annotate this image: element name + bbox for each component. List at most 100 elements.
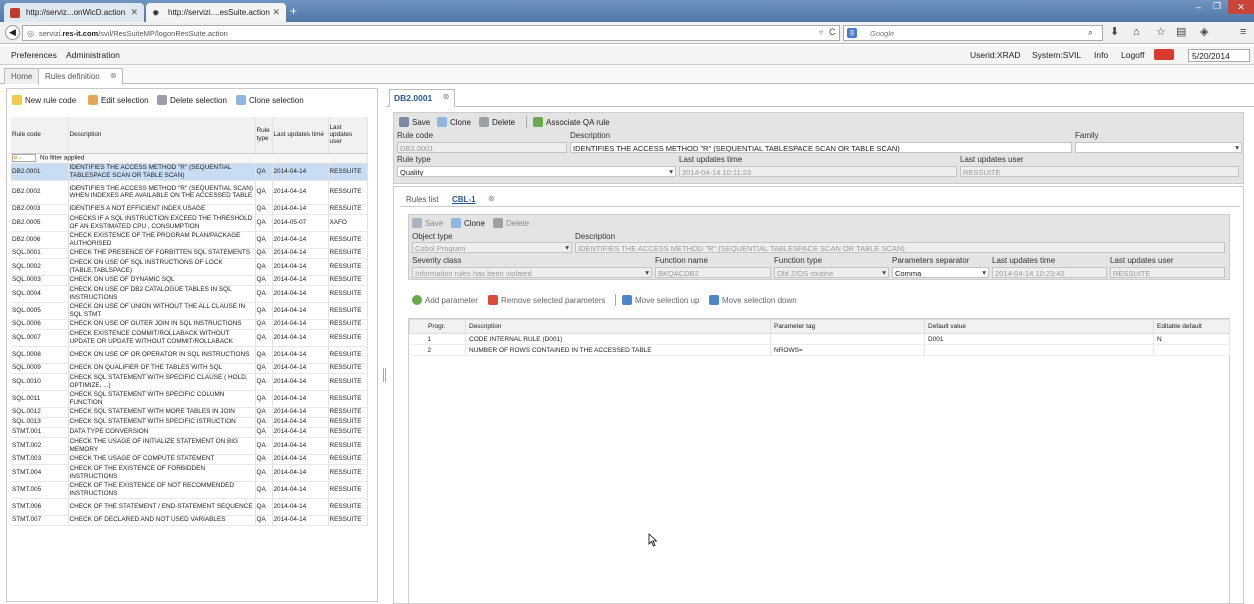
- window-close-icon[interactable]: ✕: [1228, 0, 1254, 14]
- sub-save-button[interactable]: Save: [412, 218, 443, 228]
- clone-button[interactable]: Clone: [437, 117, 471, 127]
- tab-cbl-1[interactable]: CBL-1: [452, 195, 476, 204]
- move-down-button[interactable]: Move selection down: [709, 295, 797, 305]
- function-type-select[interactable]: Old Z/OS routine: [774, 267, 889, 278]
- family-select[interactable]: [1075, 142, 1242, 153]
- col-header-rule-type[interactable]: Rule type: [255, 117, 273, 154]
- separator-label: Parameters separator: [892, 256, 970, 265]
- cell-code: STMT.006: [11, 498, 69, 516]
- filter-icon[interactable]: ⚙…: [12, 153, 36, 162]
- param-header-progr[interactable]: Progr.: [409, 319, 466, 334]
- table-row[interactable]: STMT.005 CHECK OF THE EXISTENCE OF NOT RE…: [11, 481, 368, 499]
- download-icon[interactable]: ⬇: [1110, 26, 1119, 39]
- table-row[interactable]: SQL.0013 CHECK SQL STATEMENT WITH SPECIFI…: [11, 417, 368, 428]
- table-row[interactable]: SQL.0005 CHECK ON USE OF UNION WITHOUT TH…: [11, 302, 368, 320]
- table-row[interactable]: SQL.0006 CHECK ON USE OF OUTER JOIN IN SQ…: [11, 319, 368, 330]
- rules-table-body: DB2.0001 IDENTIFIES THE ACCESS METHOD "R"…: [11, 163, 368, 526]
- table-row[interactable]: SQL.0010 CHECK SQL STATEMENT WITH SPECIFI…: [11, 373, 368, 391]
- filter-row[interactable]: ⚙… No filter applied: [11, 153, 368, 164]
- tab-home[interactable]: Home: [4, 68, 40, 84]
- table-row[interactable]: SQL.0011 CHECK SQL STATEMENT WITH SPECIFI…: [11, 390, 368, 408]
- sub-last-user-label: Last updates user: [1110, 256, 1174, 265]
- close-tab-icon[interactable]: ⊗: [488, 194, 495, 203]
- table-row[interactable]: STMT.006 CHECK OF THE STATEMENT / END-STA…: [11, 498, 368, 516]
- new-rule-code-button[interactable]: New rule code: [12, 95, 76, 105]
- param-row[interactable]: 2 NUMBER OF ROWS CONTAINED IN THE ACCESSE…: [409, 344, 1230, 356]
- cell-code: SQL.0001: [11, 248, 69, 259]
- close-tab-icon[interactable]: ⊗: [443, 92, 450, 101]
- severity-select[interactable]: Information rules has been violated: [412, 267, 652, 278]
- param-header-tag[interactable]: Parameter tag: [770, 319, 925, 334]
- col-header-last-user[interactable]: Last updates user: [328, 117, 368, 154]
- browser-tab-1[interactable]: http://serviz...onWicD.action ✕: [4, 3, 144, 22]
- table-row[interactable]: DB2.0006 CHECK EXISTENCE OF THE PROGRAM P…: [11, 231, 368, 249]
- rule-type-select[interactable]: Quality: [397, 166, 676, 177]
- description-field[interactable]: IDENTIFIES THE ACCESS METHOD "R" (SEQUEN…: [570, 142, 1072, 153]
- table-row[interactable]: SQL.0004 CHECK ON USE OF DB2 CATALOGUE TA…: [11, 285, 368, 303]
- param-row[interactable]: 1 CODE INTERNAL RULE (D001) D001 N: [409, 333, 1230, 345]
- sub-clone-button[interactable]: Clone: [451, 218, 485, 228]
- remove-parameters-button[interactable]: Remove selected parameters: [488, 295, 606, 305]
- col-header-rule-code[interactable]: Rule code: [11, 117, 69, 154]
- search-icon[interactable]: ⌕: [1088, 27, 1093, 38]
- tab-rule-detail[interactable]: DB2.0001 ⊗: [389, 89, 456, 107]
- param-header-default[interactable]: Default value: [924, 319, 1154, 334]
- menu-icon[interactable]: ≡: [1240, 26, 1246, 39]
- table-row[interactable]: SQL.0012 CHECK SQL STATEMENT WITH MORE TA…: [11, 407, 368, 418]
- reload-icon[interactable]: C: [829, 27, 836, 37]
- menu-administration[interactable]: Administration: [66, 50, 120, 60]
- url-prefix: servizi.: [39, 29, 63, 38]
- table-row[interactable]: STMT.001 DATA TYPE CONVERSION QA 2014-04-14…: [11, 427, 368, 438]
- browser-tab-2[interactable]: ✹ http://servizi....esSuite.action ✕: [146, 3, 286, 22]
- tab-rules-definition[interactable]: Rules definition ⊗: [38, 68, 123, 85]
- url-bar[interactable]: ◎ servizi.res-it.com/svil/ResSuiteMP/log…: [22, 25, 840, 41]
- param-header-editable[interactable]: Editable default: [1153, 319, 1230, 334]
- move-up-button[interactable]: Move selection up: [622, 295, 699, 305]
- close-tab-icon[interactable]: ⊗: [110, 71, 117, 80]
- col-header-description[interactable]: Description: [68, 117, 256, 154]
- menu-info[interactable]: Info: [1094, 50, 1108, 60]
- col-header-last-time[interactable]: Last updates time: [272, 117, 329, 154]
- table-row[interactable]: SQL.0008 CHECK ON USE OF OR OPERATOR IN S…: [11, 346, 368, 364]
- close-tab-icon[interactable]: ✕: [130, 7, 138, 18]
- associate-qa-rule-button[interactable]: Associate QA rule: [533, 117, 610, 127]
- table-row[interactable]: DB2.0002 IDENTIFIES THE ACCESS METHOD "R"…: [11, 180, 368, 205]
- table-row[interactable]: SQL.0003 CHECK ON USE OF DYNAMIC SQL QA 201…: [11, 275, 368, 286]
- clone-selection-button[interactable]: Clone selection: [236, 95, 304, 105]
- tab-rules-list[interactable]: Rules list: [406, 195, 438, 204]
- table-row[interactable]: SQL.0007 CHECK EXISTENCE COMMIT/ROLLABACK…: [11, 329, 368, 347]
- separator-select[interactable]: Comma: [892, 267, 989, 278]
- table-row[interactable]: SQL.0002 CHECK ON USE OF SQL INSTRUCTIONS…: [11, 258, 368, 276]
- minimize-icon[interactable]: –: [1196, 2, 1201, 12]
- table-row[interactable]: SQL.0001 CHECK THE PRESENCE OF FORBITTEN …: [11, 248, 368, 259]
- table-row[interactable]: DB2.0005 CHECKS IF A SQL INSTRUCTION EXCE…: [11, 214, 368, 232]
- table-row[interactable]: DB2.0003 IDENTIFIES A NOT EFFICIENT INDEX…: [11, 204, 368, 215]
- dropdown-arrow-icon[interactable]: ▿: [819, 28, 823, 37]
- restore-icon[interactable]: ❐: [1213, 1, 1221, 12]
- bookmarks-list-icon[interactable]: ▤: [1176, 26, 1186, 39]
- table-row[interactable]: STMT.004 CHECK OF THE EXISTENCE OF FORBID…: [11, 464, 368, 482]
- home-icon[interactable]: ⌂: [1133, 26, 1140, 39]
- table-row[interactable]: DB2.0001 IDENTIFIES THE ACCESS METHOD "R"…: [11, 163, 368, 181]
- splitter-handle[interactable]: [383, 368, 386, 382]
- addon-icon[interactable]: ◈: [1200, 26, 1208, 39]
- back-icon[interactable]: ◀: [5, 25, 20, 40]
- search-box[interactable]: g Google ⌕: [843, 25, 1103, 41]
- add-parameter-button[interactable]: Add parameter: [412, 295, 478, 305]
- menu-preferences[interactable]: Preferences: [11, 50, 57, 60]
- table-row[interactable]: STMT.007 CHECK OF DECLARED AND NOT USED V…: [11, 515, 368, 526]
- menu-logoff[interactable]: Logoff: [1121, 50, 1144, 60]
- new-tab-icon[interactable]: +: [290, 4, 297, 18]
- sub-delete-button[interactable]: Delete: [493, 218, 529, 228]
- delete-selection-button[interactable]: Delete selection: [157, 95, 227, 105]
- edit-selection-button[interactable]: Edit selection: [88, 95, 149, 105]
- param-header-description[interactable]: Description: [465, 319, 771, 334]
- delete-button[interactable]: Delete: [479, 117, 515, 127]
- table-row[interactable]: STMT.003 CHECK THE USAGE OF COMPUTE STATE…: [11, 454, 368, 465]
- table-row[interactable]: SQL.0009 CHECK ON QUALIFIER OF THE TABLES…: [11, 363, 368, 374]
- save-button[interactable]: Save: [399, 117, 430, 127]
- close-tab-icon[interactable]: ✕: [272, 7, 280, 18]
- date-picker[interactable]: 5/20/2014: [1188, 49, 1250, 62]
- table-row[interactable]: STMT.002 CHECK THE USAGE OF INITIALIZE ST…: [11, 437, 368, 455]
- bookmark-star-icon[interactable]: ☆: [1156, 26, 1166, 39]
